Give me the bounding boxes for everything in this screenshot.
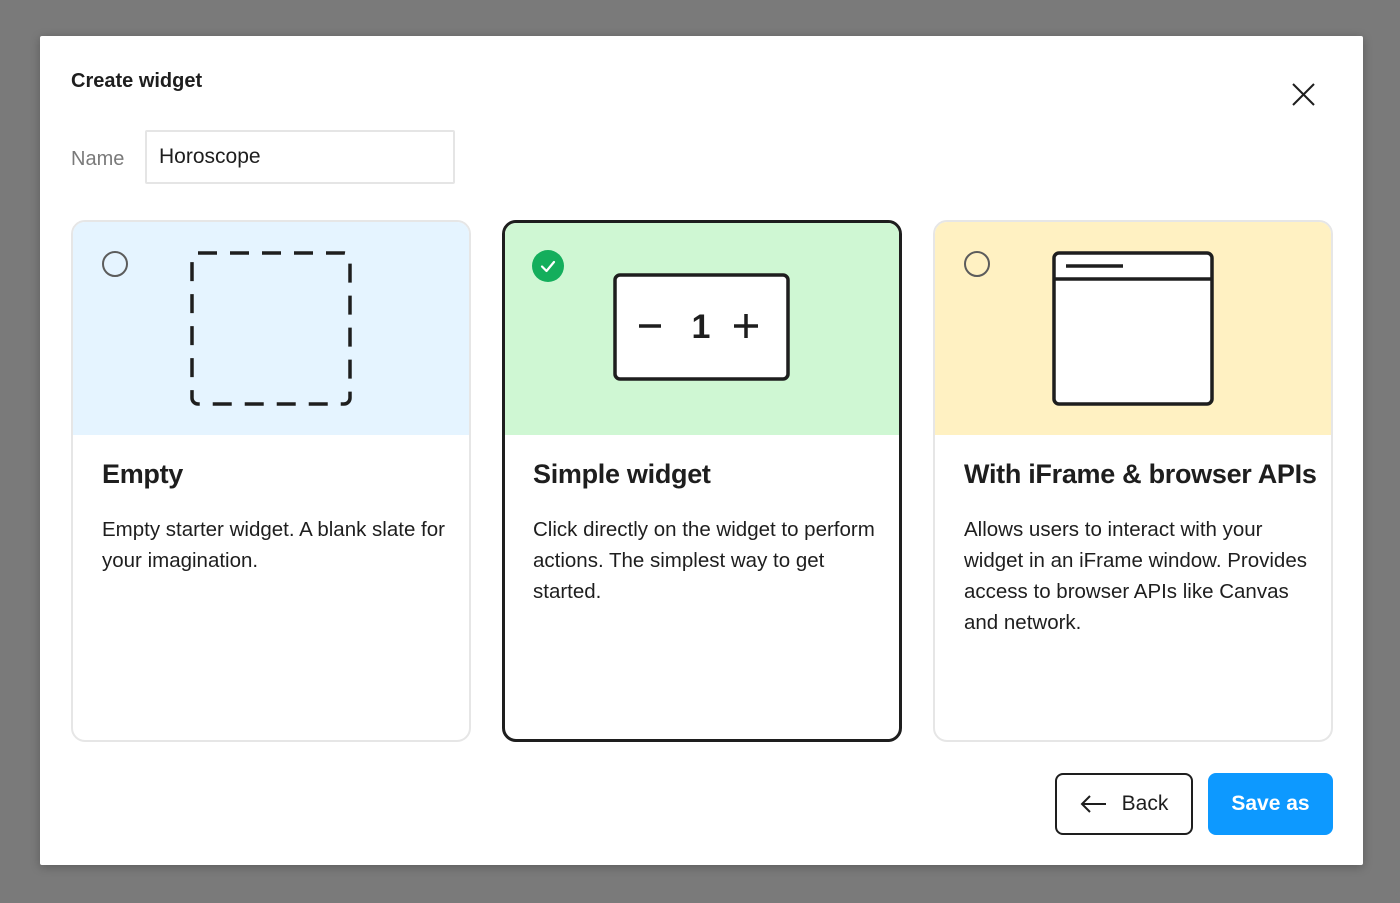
radio-button[interactable] — [102, 251, 128, 277]
card-title: Empty — [102, 459, 184, 489]
create-widget-dialog: Create widget Name Empty Empty starter w… — [40, 36, 1363, 865]
back-button-label: Back — [1121, 792, 1169, 815]
save-as-button[interactable]: Save as — [1208, 773, 1333, 835]
browser-window-icon — [1052, 251, 1214, 406]
name-input[interactable] — [145, 130, 455, 184]
card-description: Empty starter widget. A blank slate for … — [102, 518, 445, 572]
option-card-empty[interactable]: Empty Empty starter widget. A blank slat… — [71, 220, 471, 742]
card-illustration: 1 — [505, 223, 899, 435]
card-title: With iFrame & browser APIs — [964, 459, 1317, 489]
name-label: Name — [71, 148, 125, 170]
counter-widget-icon: 1 — [613, 273, 790, 381]
back-button[interactable]: Back — [1055, 773, 1193, 835]
radio-button-checked[interactable] — [532, 250, 564, 282]
close-icon — [1292, 83, 1315, 106]
option-card-iframe[interactable]: With iFrame & browser APIs Allows users … — [933, 220, 1333, 742]
radio-button[interactable] — [964, 251, 990, 277]
card-title: Simple widget — [533, 459, 711, 489]
card-description: Allows users to interact with your widge… — [964, 518, 1307, 634]
card-illustration — [935, 222, 1331, 435]
counter-value: 1 — [692, 308, 711, 346]
option-card-simple-widget[interactable]: 1 Simple widget Click directly on the wi… — [502, 220, 902, 742]
dialog-title: Create widget — [71, 70, 203, 92]
card-description: Click directly on the widget to perform … — [533, 518, 875, 603]
card-illustration — [73, 222, 469, 435]
close-button[interactable] — [1282, 78, 1322, 118]
dashed-square-icon — [190, 251, 352, 406]
arrow-left-icon — [1080, 795, 1106, 813]
checkmark-icon — [540, 260, 556, 273]
